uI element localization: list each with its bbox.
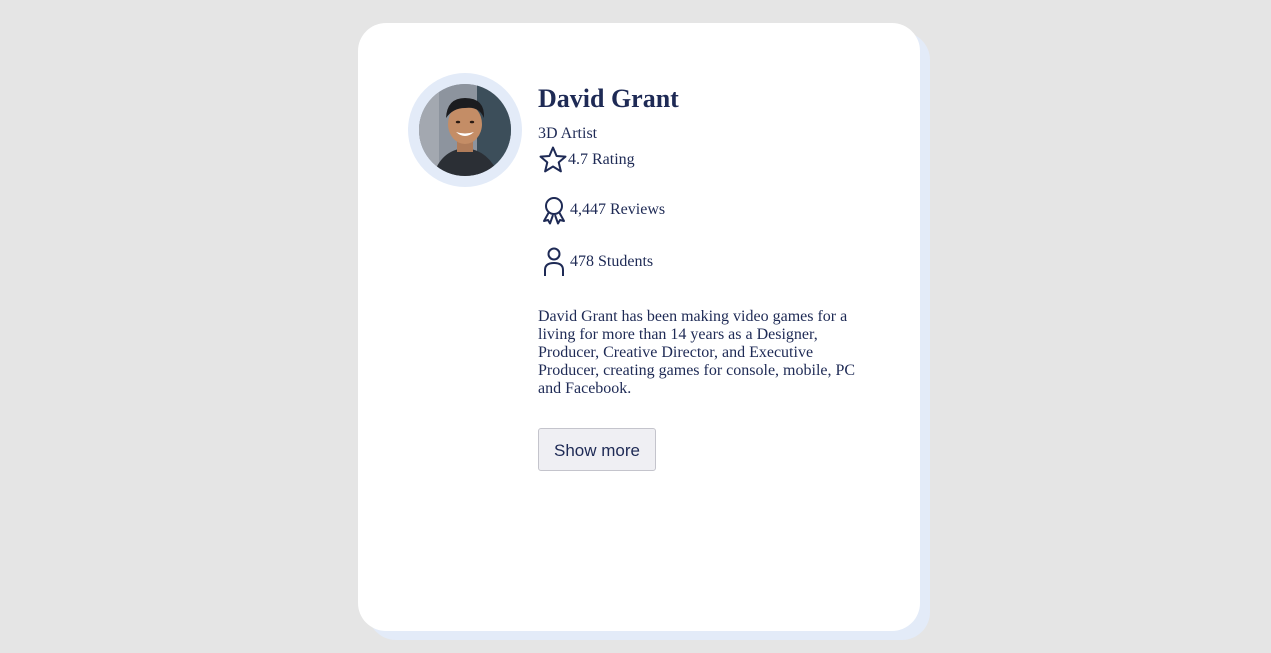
reviews-stat: 4,447 Reviews bbox=[538, 194, 868, 226]
profile-info: David Grant 3D Artist 4.7 Rating 4,447 R… bbox=[538, 81, 868, 471]
profile-title: 3D Artist bbox=[538, 125, 598, 142]
avatar bbox=[419, 84, 511, 176]
profile-card: David Grant 3D Artist 4.7 Rating 4,447 R… bbox=[358, 23, 920, 631]
rating-text: 4.7 Rating bbox=[568, 151, 635, 168]
profile-name: David Grant bbox=[538, 84, 679, 113]
profile-bio: David Grant has been making video games … bbox=[538, 308, 856, 397]
students-stat: 478 Students bbox=[538, 246, 868, 278]
reviews-text: 4,447 Reviews bbox=[570, 201, 666, 218]
star-icon bbox=[538, 145, 568, 175]
avatar-photo-icon bbox=[419, 84, 511, 176]
avatar-ring bbox=[408, 73, 522, 187]
students-text: 478 Students bbox=[570, 253, 654, 270]
user-icon bbox=[538, 246, 570, 278]
show-more-button[interactable]: Show more bbox=[538, 428, 656, 471]
award-ribbon-icon bbox=[538, 194, 570, 226]
rating-stat: 4.7 Rating bbox=[538, 144, 868, 176]
